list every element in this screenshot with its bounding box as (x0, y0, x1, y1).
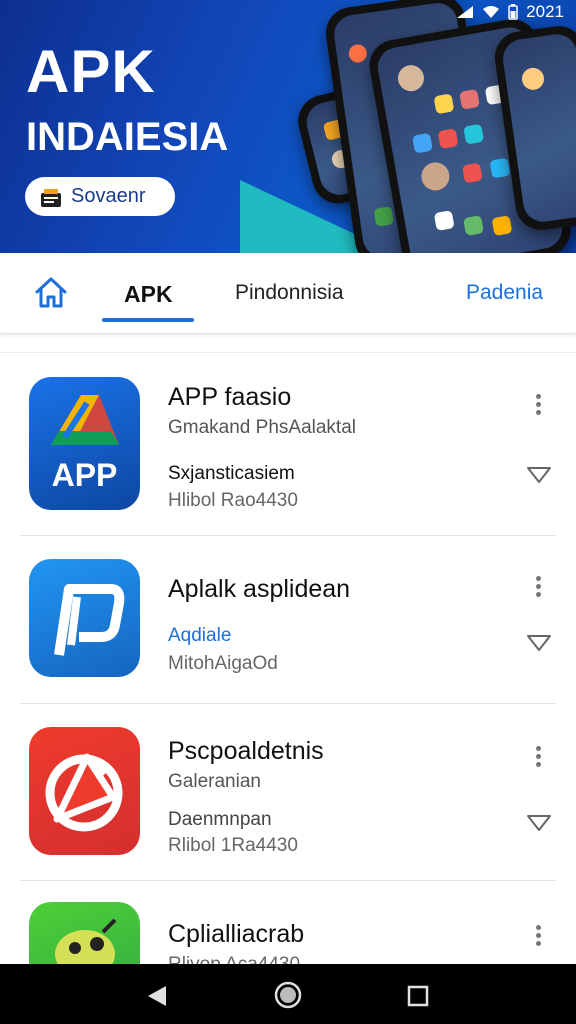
tab-apk[interactable]: APK (124, 281, 173, 308)
app-list: APP APP faasio Gmakand PhsAalaktal Sxjan… (0, 352, 576, 965)
app-title: Pscpoaldetnis (168, 737, 324, 765)
hero-title: APK (26, 38, 156, 105)
more-options-icon[interactable] (530, 743, 546, 773)
more-options-icon[interactable] (530, 573, 546, 603)
list-item[interactable]: Cplialliacrab Rlivop Aca4430 (0, 882, 576, 965)
chevron-down-icon[interactable] (526, 465, 552, 485)
chevron-down-icon[interactable] (526, 813, 552, 833)
app-meta: Rlibol 1Ra4430 (168, 835, 298, 856)
more-options-icon[interactable] (530, 391, 546, 421)
home-circle-icon[interactable] (274, 981, 302, 1009)
store-icon (41, 188, 61, 207)
signal-icon (457, 6, 474, 18)
app-meta: Hlibol Rao4430 (168, 490, 298, 511)
app-logo-icon: APP (29, 377, 140, 510)
status-time: 2021 (526, 2, 564, 21)
app-logo-text: APP (51, 457, 118, 493)
hero-banner: APK INDAIESIA Sovaenr (0, 0, 576, 253)
hero-subtitle: INDAIESIA (26, 115, 229, 159)
app-meta: MitohAigaOd (168, 653, 278, 674)
status-icons: 2021 (456, 2, 564, 22)
app-subtitle: Gmakand PhsAalaktal (168, 417, 356, 438)
tab-pindonnisia[interactable]: Pindonnisia (235, 281, 344, 305)
red-arrow-icon (29, 727, 140, 855)
divider (20, 535, 556, 536)
app-title: Cplialliacrab (168, 920, 305, 948)
list-item[interactable]: APP APP faasio Gmakand PhsAalaktal Sxjan… (0, 353, 576, 531)
tab-home[interactable] (32, 274, 70, 317)
chevron-down-icon[interactable] (526, 633, 552, 653)
home-icon (35, 277, 67, 308)
app-category: Daenmnpan (168, 809, 272, 830)
wifi-icon (483, 6, 500, 18)
recent-apps-icon[interactable] (407, 985, 429, 1007)
hero-chip-button[interactable]: Sovaenr (25, 177, 175, 216)
divider (20, 880, 556, 881)
tab-padenia[interactable]: Padenia (466, 281, 543, 305)
green-creature-icon (29, 902, 140, 965)
app-category: Aqdiale (168, 625, 232, 646)
more-options-icon[interactable] (530, 922, 546, 952)
p-logo-icon (29, 559, 140, 677)
app-title: APP faasio (168, 383, 292, 411)
tab-active-indicator (102, 318, 194, 322)
battery-icon (508, 4, 518, 20)
status-bar: 2021 (0, 0, 576, 24)
app-category: Sxjansticasiem (168, 463, 295, 484)
hero-chip-label: Sovaenr (71, 185, 146, 207)
back-icon[interactable] (146, 984, 168, 1008)
app-subtitle: Galeranian (168, 771, 261, 792)
list-item[interactable]: Pscpoaldetnis Galeranian Daenmnpan Rlibo… (0, 705, 576, 883)
divider (20, 703, 556, 704)
list-item[interactable]: Aplalk asplidean Aqdiale MitohAigaOd (0, 537, 576, 715)
app-title: Aplalk asplidean (168, 575, 351, 603)
